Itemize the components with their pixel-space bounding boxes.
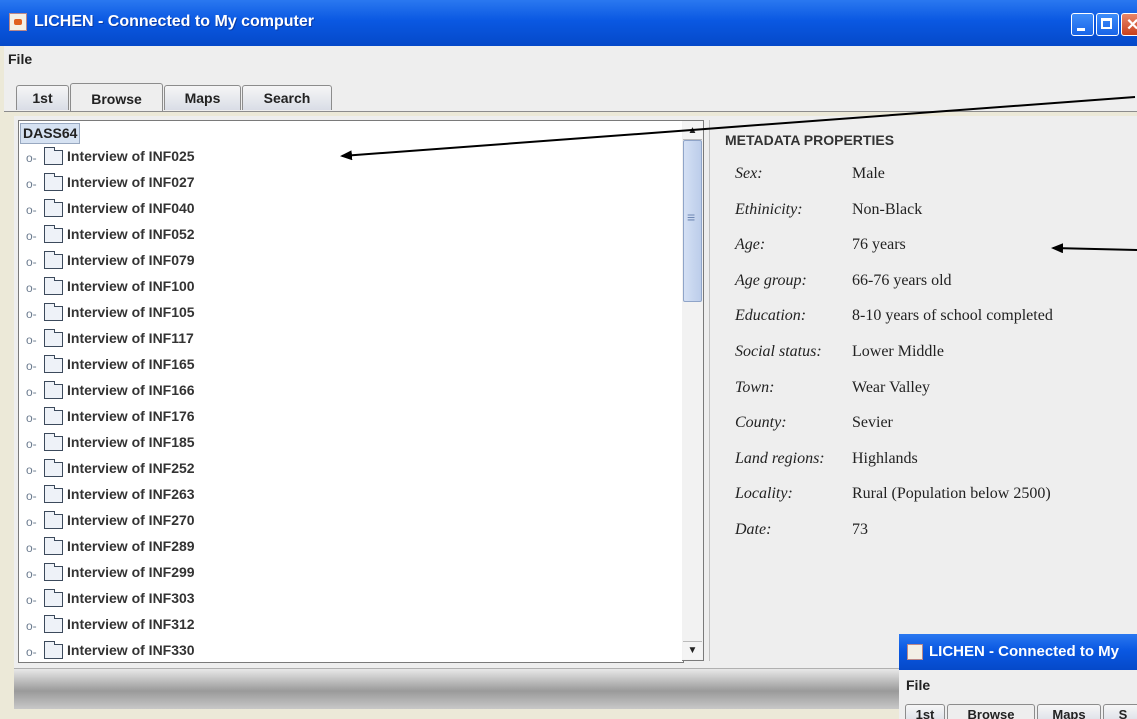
second-menu-file[interactable]: File <box>906 677 930 693</box>
second-tab-maps[interactable]: Maps <box>1037 704 1101 719</box>
second-tab-strip: 1st Browse Maps S <box>899 700 1137 719</box>
annotation-arrows <box>340 96 1137 254</box>
second-tab-browse[interactable]: Browse <box>947 704 1035 719</box>
second-tab-search[interactable]: S <box>1103 704 1137 719</box>
second-title-bar[interactable]: LICHEN - Connected to My <box>899 634 1137 670</box>
second-menu-bar: File <box>899 670 1137 700</box>
second-tab-1st[interactable]: 1st <box>905 704 945 719</box>
java-app-icon <box>907 644 923 660</box>
second-window-title: LICHEN - Connected to My <box>929 643 1119 660</box>
annotation-arrow-tree <box>340 96 1136 161</box>
annotation-arrow-metadata <box>1051 243 1137 254</box>
second-lichen-window: LICHEN - Connected to My File 1st Browse… <box>899 634 1137 719</box>
